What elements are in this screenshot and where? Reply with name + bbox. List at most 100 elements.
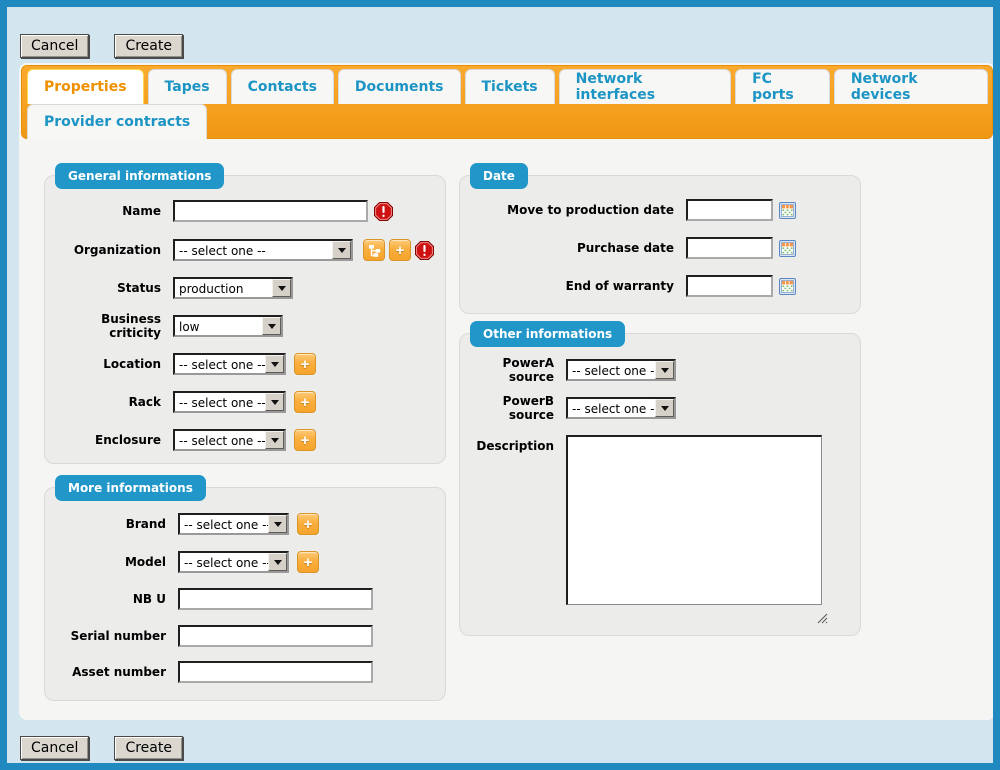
tab-bar: Properties Tapes Contacts Documents Tick… [21, 65, 993, 139]
chevron-down-icon [262, 317, 281, 335]
status-label: Status [55, 281, 161, 295]
purchase-date-label: Purchase date [470, 241, 674, 255]
rack-select[interactable]: -- select one -- [173, 391, 286, 413]
add-organization-button[interactable]: + [389, 239, 411, 261]
resize-grip-icon[interactable] [816, 609, 828, 621]
status-select-value: production [175, 279, 272, 297]
section-title-general: General informations [55, 163, 224, 189]
status-select[interactable]: production [173, 277, 293, 299]
form-row-model: Model -- select one -- + [55, 551, 439, 573]
description-textarea[interactable] [566, 435, 822, 605]
organization-select-value: -- select one -- [175, 241, 332, 259]
nb-u-input[interactable] [178, 588, 373, 610]
cancel-button[interactable]: Cancel [20, 736, 89, 760]
tab-row-2: Provider contracts [22, 104, 992, 139]
hierarchy-icon [368, 244, 381, 257]
form-row-powera-source: PowerA source -- select one -- [470, 359, 854, 381]
plus-icon: + [304, 517, 313, 532]
calendar-icon [779, 202, 796, 219]
purchase-date-picker-button[interactable] [779, 240, 796, 257]
bottom-toolbar: Cancel Create [20, 736, 183, 760]
form-row-organization: Organization -- select one -- + [55, 239, 439, 261]
form-row-business-criticity: Business criticity low [55, 315, 439, 337]
form-row-status: Status production [55, 277, 439, 299]
end-of-warranty-input[interactable] [686, 275, 773, 297]
tab-contacts[interactable]: Contacts [231, 69, 334, 104]
form-row-serial-number: Serial number [55, 625, 439, 647]
plus-icon: + [301, 395, 310, 410]
error-icon [374, 202, 393, 221]
tab-row-1: Properties Tapes Contacts Documents Tick… [22, 69, 992, 104]
tab-network-interfaces[interactable]: Network interfaces [559, 69, 731, 104]
form-row-purchase-date: Purchase date [470, 237, 854, 259]
calendar-icon [779, 278, 796, 295]
other-informations-section: Other informations PowerA source -- sele… [459, 333, 861, 636]
rack-select-value: -- select one -- [175, 393, 265, 411]
name-input[interactable] [173, 200, 368, 222]
end-of-warranty-label: End of warranty [470, 279, 674, 293]
powera-source-select[interactable]: -- select one -- [566, 359, 676, 381]
tab-tapes[interactable]: Tapes [148, 69, 227, 104]
tab-fc-ports[interactable]: FC ports [735, 69, 830, 104]
chevron-down-icon [655, 361, 674, 379]
add-location-button[interactable]: + [294, 353, 316, 375]
form-row-end-of-warranty: End of warranty [470, 275, 854, 297]
tab-provider-contracts[interactable]: Provider contracts [27, 104, 207, 139]
plus-icon: + [304, 555, 313, 570]
plus-icon: + [301, 433, 310, 448]
section-title-more: More informations [55, 475, 206, 501]
purchase-date-input[interactable] [686, 237, 773, 259]
form-row-asset-number: Asset number [55, 661, 439, 683]
chevron-down-icon [332, 241, 351, 259]
enclosure-select[interactable]: -- select one -- [173, 429, 286, 451]
tab-documents[interactable]: Documents [338, 69, 461, 104]
model-select[interactable]: -- select one -- [178, 551, 289, 573]
business-criticity-select-value: low [175, 317, 262, 335]
error-icon [415, 241, 434, 260]
organization-hierarchy-button[interactable] [363, 239, 385, 261]
business-criticity-select[interactable]: low [173, 315, 283, 337]
asset-number-input[interactable] [178, 661, 373, 683]
brand-select[interactable]: -- select one -- [178, 513, 289, 535]
content-panel: Properties Tapes Contacts Documents Tick… [19, 63, 995, 720]
chevron-down-icon [265, 393, 284, 411]
calendar-icon [779, 240, 796, 257]
add-enclosure-button[interactable]: + [294, 429, 316, 451]
add-model-button[interactable]: + [297, 551, 319, 573]
model-label: Model [55, 555, 166, 569]
serial-number-label: Serial number [55, 629, 166, 643]
nb-u-label: NB U [55, 592, 166, 606]
organization-select[interactable]: -- select one -- [173, 239, 353, 261]
form-row-rack: Rack -- select one -- + [55, 391, 439, 413]
plus-icon: + [301, 357, 310, 372]
chevron-down-icon [268, 553, 287, 571]
tab-tickets[interactable]: Tickets [465, 69, 555, 104]
create-button[interactable]: Create [114, 736, 183, 760]
add-rack-button[interactable]: + [294, 391, 316, 413]
move-to-production-date-picker-button[interactable] [779, 202, 796, 219]
cancel-button[interactable]: Cancel [20, 34, 89, 58]
move-to-production-date-input[interactable] [686, 199, 773, 221]
top-toolbar: Cancel Create [20, 34, 183, 58]
form-row-enclosure: Enclosure -- select one -- + [55, 429, 439, 451]
powerb-source-select[interactable]: -- select one -- [566, 397, 676, 419]
plus-icon: + [396, 243, 405, 258]
tab-network-devices[interactable]: Network devices [834, 69, 988, 104]
move-to-production-date-label: Move to production date [470, 203, 674, 217]
business-criticity-label: Business criticity [55, 312, 161, 340]
form-row-brand: Brand -- select one -- + [55, 513, 439, 535]
end-of-warranty-date-picker-button[interactable] [779, 278, 796, 295]
serial-number-input[interactable] [178, 625, 373, 647]
section-title-other: Other informations [470, 321, 625, 347]
general-informations-section: General informations Name Organization -… [44, 175, 446, 464]
name-label: Name [55, 204, 161, 218]
description-label: Description [470, 435, 554, 453]
create-button[interactable]: Create [114, 34, 183, 58]
tab-properties[interactable]: Properties [27, 69, 144, 104]
section-title-date: Date [470, 163, 528, 189]
add-brand-button[interactable]: + [297, 513, 319, 535]
brand-label: Brand [55, 517, 166, 531]
location-select[interactable]: -- select one -- [173, 353, 286, 375]
location-select-value: -- select one -- [175, 355, 265, 373]
form-row-powerb-source: PowerB source -- select one -- [470, 397, 854, 419]
